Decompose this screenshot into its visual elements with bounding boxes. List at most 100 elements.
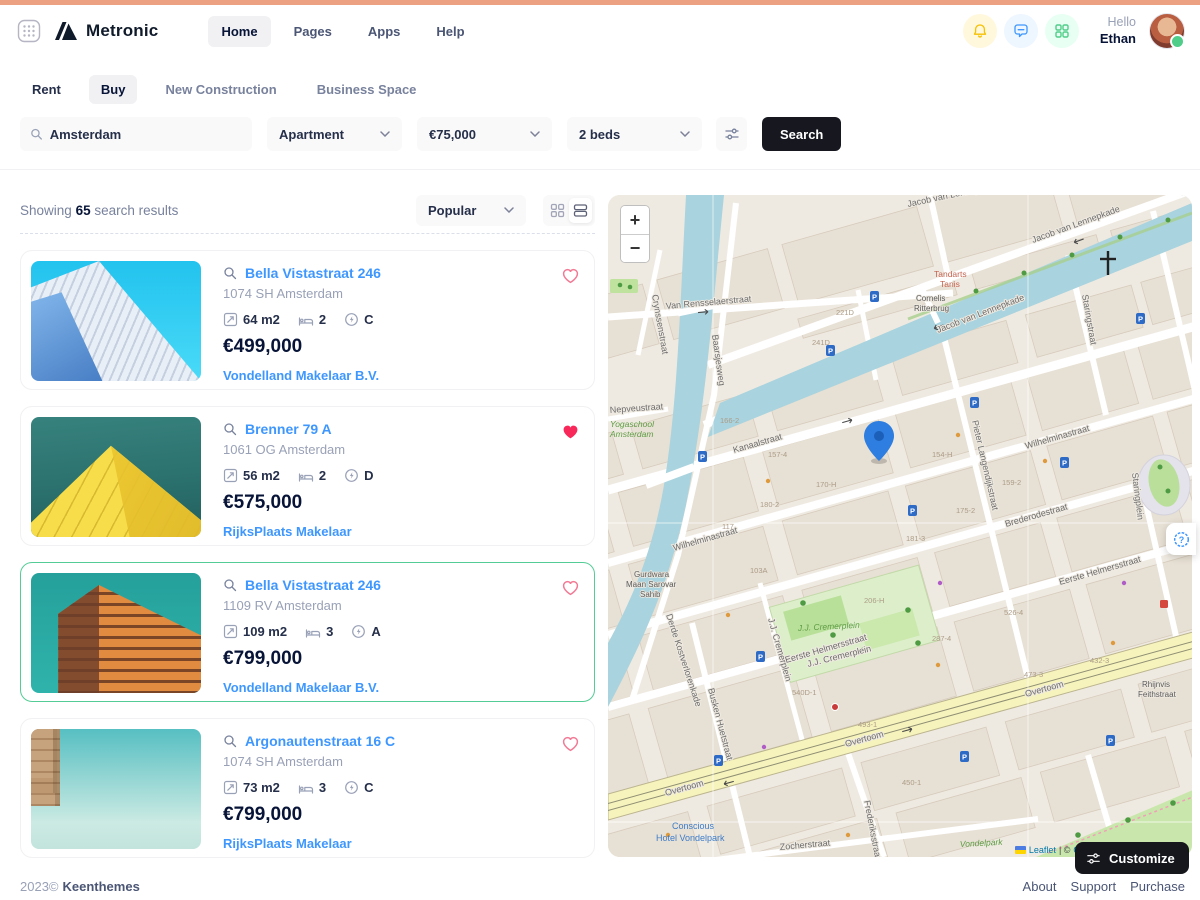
listing-photo[interactable]: [31, 261, 201, 381]
sort-value: Popular: [428, 203, 476, 218]
beds-value: 2 beds: [579, 127, 620, 142]
search-icon: [30, 127, 43, 141]
price-select[interactable]: €75,000: [417, 117, 552, 151]
svg-text:Hotel Vondelpark: Hotel Vondelpark: [656, 833, 725, 843]
svg-text:526-4: 526-4: [1004, 608, 1023, 617]
messages-button[interactable]: [1004, 14, 1038, 48]
svg-text:154-H: 154-H: [932, 450, 952, 459]
bed-icon: [298, 469, 314, 483]
listing-title-link[interactable]: Argonautenstraat 16 C: [245, 733, 395, 749]
search-button[interactable]: Search: [762, 117, 841, 151]
listing-photo[interactable]: [31, 417, 201, 537]
leaflet-link[interactable]: Leaflet: [1029, 845, 1056, 855]
greeting-hello: Hello: [1100, 15, 1136, 31]
svg-text:?: ?: [1178, 535, 1184, 545]
listing-title-link[interactable]: Bella Vistastraat 246: [245, 577, 381, 593]
app-header: Metronic Home Pages Apps Help Hello Etha…: [0, 5, 1200, 57]
agency-link[interactable]: RijksPlaats Makelaar: [223, 836, 352, 851]
energy-label-icon: [344, 468, 359, 483]
area-icon: [223, 468, 238, 483]
area-spec: 109 m2: [223, 624, 287, 639]
tab-business-space[interactable]: Business Space: [305, 75, 429, 104]
listing-title-link[interactable]: Bella Vistastraat 246: [245, 265, 381, 281]
area-spec: 64 m2: [223, 312, 280, 327]
listing-price: €499,000: [223, 336, 584, 358]
logo-text: Metronic: [86, 21, 158, 41]
results-column: Showing 65 search results Popular B: [20, 195, 595, 858]
nav-home[interactable]: Home: [208, 16, 270, 47]
nav-pages[interactable]: Pages: [281, 16, 345, 47]
map-canvas[interactable]: P P P P P P P P P P P Jacob van Lennepst…: [608, 195, 1192, 857]
energy-spec: D: [344, 468, 373, 483]
view-toggle: [543, 195, 595, 226]
svg-text:Gurdwara: Gurdwara: [634, 570, 670, 579]
footer-link-about[interactable]: About: [1023, 879, 1057, 894]
logo[interactable]: Metronic: [53, 19, 158, 43]
user-avatar[interactable]: [1149, 13, 1185, 49]
customize-button[interactable]: Customize: [1075, 842, 1189, 874]
property-type-select[interactable]: Apartment: [267, 117, 402, 151]
apps-grid-button[interactable]: [15, 17, 43, 45]
list-view-button[interactable]: [569, 198, 592, 223]
tab-rent[interactable]: Rent: [20, 75, 73, 104]
listing-card[interactable]: Brenner 79 A 1061 OG Amsterdam 56 m2 2 D…: [20, 406, 595, 546]
advanced-filters-button[interactable]: [716, 117, 747, 151]
area-spec: 73 m2: [223, 780, 280, 795]
notifications-button[interactable]: [963, 14, 997, 48]
search-icon: [223, 578, 237, 592]
tab-new-construction[interactable]: New Construction: [153, 75, 288, 104]
svg-text:159-2: 159-2: [1002, 478, 1021, 487]
favorite-heart-icon[interactable]: [562, 268, 579, 284]
footer-link-support[interactable]: Support: [1071, 879, 1117, 894]
listing-title-link[interactable]: Brenner 79 A: [245, 421, 332, 437]
svg-text:P: P: [972, 399, 977, 408]
help-button[interactable]: ?: [1166, 523, 1196, 555]
listing-photo[interactable]: [31, 729, 201, 849]
nav-help[interactable]: Help: [423, 16, 477, 47]
listing-price: €799,000: [223, 804, 584, 826]
beds-spec: 3: [298, 780, 326, 795]
tab-buy[interactable]: Buy: [89, 75, 138, 104]
svg-text:Rhijnvis: Rhijnvis: [1142, 680, 1170, 689]
svg-text:P: P: [1108, 737, 1113, 746]
svg-text:P: P: [828, 347, 833, 356]
svg-text:180-2: 180-2: [760, 500, 779, 509]
page-footer: 2023©Keenthemes About Support Purchase: [20, 874, 1185, 898]
company-link[interactable]: Keenthemes: [63, 879, 140, 894]
metronic-logo-icon: [53, 19, 79, 43]
user-greeting: Hello Ethan: [1100, 15, 1136, 47]
listing-card[interactable]: Argonautenstraat 16 C 1074 SH Amsterdam …: [20, 718, 595, 858]
search-input[interactable]: [50, 127, 242, 142]
agency-link[interactable]: Vondelland Makelaar B.V.: [223, 680, 379, 695]
listing-card[interactable]: Bella Vistastraat 246 1074 SH Amsterdam …: [20, 250, 595, 390]
zoom-in-button[interactable]: +: [621, 206, 649, 234]
listing-photo[interactable]: [31, 573, 201, 693]
grid-view-icon: [550, 203, 565, 218]
grid-view-button[interactable]: [546, 198, 569, 223]
energy-label-icon: [344, 780, 359, 795]
agency-link[interactable]: Vondelland Makelaar B.V.: [223, 368, 379, 383]
search-icon: [223, 422, 237, 436]
listing-address: 1074 SH Amsterdam: [223, 754, 584, 769]
bed-icon: [298, 781, 314, 795]
main-nav: Home Pages Apps Help: [208, 16, 477, 47]
sort-select[interactable]: Popular: [416, 195, 526, 226]
nav-apps[interactable]: Apps: [355, 16, 414, 47]
svg-text:Maan Sarovar: Maan Sarovar: [626, 580, 677, 589]
footer-link-purchase[interactable]: Purchase: [1130, 879, 1185, 894]
location-search-field[interactable]: [20, 117, 252, 151]
listing-card-selected[interactable]: Bella Vistastraat 246 1109 RV Amsterdam …: [20, 562, 595, 702]
sliders-icon: [1086, 851, 1101, 866]
svg-text:P: P: [716, 757, 721, 766]
favorite-heart-icon[interactable]: [562, 736, 579, 752]
svg-text:Ritterbrug: Ritterbrug: [914, 304, 949, 313]
agency-link[interactable]: RijksPlaats Makelaar: [223, 524, 352, 539]
bed-icon: [298, 313, 314, 327]
zoom-out-button[interactable]: −: [621, 234, 649, 262]
quick-links-button[interactable]: [1045, 14, 1079, 48]
favorite-heart-icon-filled[interactable]: [562, 424, 579, 440]
favorite-heart-icon[interactable]: [562, 580, 579, 596]
chat-icon: [1013, 23, 1029, 39]
beds-select[interactable]: 2 beds: [567, 117, 702, 151]
svg-text:221D: 221D: [836, 308, 855, 317]
